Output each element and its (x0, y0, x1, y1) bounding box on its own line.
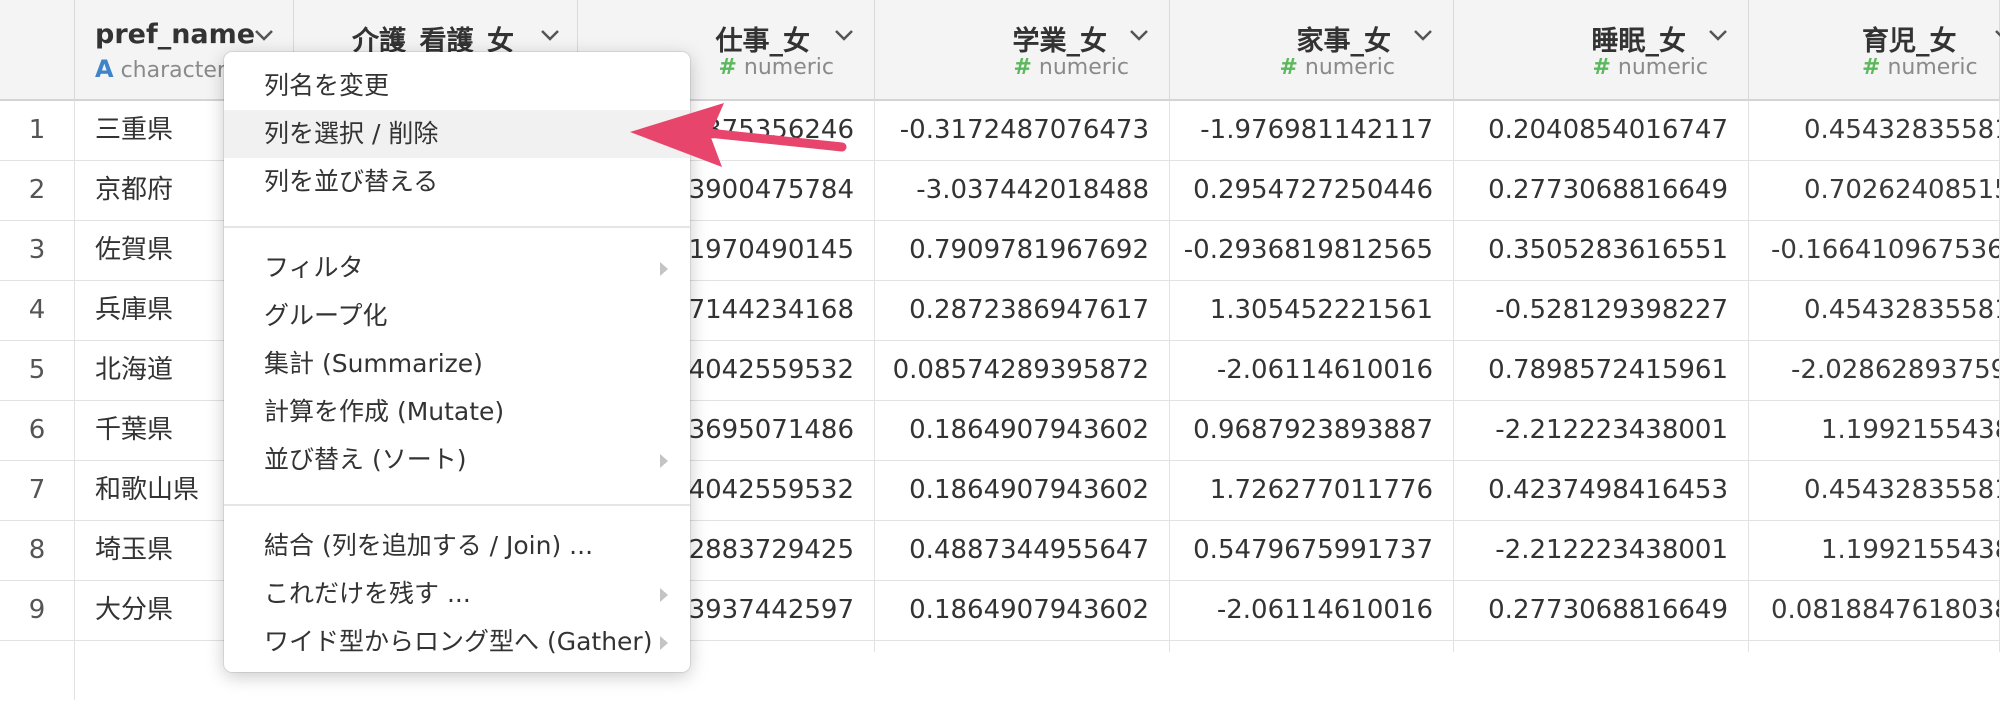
table-cell[interactable]: 1.305452221561 (1170, 281, 1454, 340)
table-cell[interactable]: 0.2954727250446 (1170, 161, 1454, 220)
menu-item-mutate[interactable]: 計算を作成 (Mutate) (224, 388, 690, 436)
table-cell[interactable]: -2.212223438001 (1454, 401, 1749, 460)
menu-item-join[interactable]: 結合 (列を追加する / Join) ... (224, 522, 690, 570)
submenu-arrow-icon (660, 588, 668, 602)
menu-item-group-by[interactable]: グループ化 (224, 292, 690, 340)
submenu-arrow-icon (660, 262, 668, 276)
table-cell[interactable]: 0.2773068816649 (1454, 581, 1749, 640)
chevron-down-icon[interactable] (833, 28, 855, 42)
menu-separator (224, 226, 690, 228)
chevron-down-icon[interactable] (1707, 28, 1729, 42)
table-cell[interactable]: 0.1864907943602 (875, 461, 1170, 520)
table-cell[interactable]: 0.1864907943602 (875, 401, 1170, 460)
chevron-down-icon[interactable] (1128, 28, 1150, 42)
submenu-arrow-icon (660, 636, 668, 650)
column-header-ikuji[interactable]: 育児_女 # numeric (1749, 0, 2000, 101)
table-cell[interactable]: -0.2936819812565 (1170, 221, 1454, 280)
table-cell[interactable]: 0.4237498416453 (1454, 461, 1749, 520)
numeric-type-icon: # (1279, 55, 1298, 80)
table-cell[interactable]: 0.70262408515504 (1749, 161, 2000, 220)
table-cell[interactable]: -3.037442018488 (875, 161, 1170, 220)
table-cell[interactable]: -0.3172487076473 (875, 101, 1170, 160)
table-cell[interactable] (1454, 641, 1749, 652)
column-type: # numeric (718, 55, 834, 80)
table-cell[interactable] (1170, 641, 1454, 652)
table-cell[interactable]: 0.45432835581493 (1749, 461, 2000, 520)
column-type: # numeric (1279, 55, 1395, 80)
table-cell[interactable]: -2.06114610016 (1170, 581, 1454, 640)
chevron-down-icon[interactable] (1412, 28, 1434, 42)
column-header-gakugyo[interactable]: 学業_女 # numeric (875, 0, 1170, 101)
index-header (0, 0, 75, 101)
menu-item-filter[interactable]: フィルタ (224, 244, 690, 292)
numeric-type-icon: # (1862, 55, 1881, 80)
column-header-kaji[interactable]: 家事_女 # numeric (1170, 0, 1454, 101)
menu-separator (224, 504, 690, 506)
row-index (0, 641, 75, 700)
table-cell[interactable]: 0.45432835581493 (1749, 281, 2000, 340)
row-index: 1 (0, 101, 75, 160)
menu-item-summarize[interactable]: 集計 (Summarize) (224, 340, 690, 388)
column-name: 学業_女 (1012, 26, 1108, 57)
column-type: # numeric (1862, 55, 1978, 80)
table-cell[interactable] (875, 641, 1170, 652)
numeric-type-icon: # (718, 55, 737, 80)
column-name: 育児_女 (1862, 26, 1957, 57)
table-cell[interactable]: 0.7909781967692 (875, 221, 1170, 280)
column-type: # numeric (1592, 55, 1708, 80)
row-index: 6 (0, 401, 75, 460)
table-cell[interactable]: 0.9687923893887 (1170, 401, 1454, 460)
column-name: pref_name (95, 19, 256, 50)
chevron-down-icon[interactable] (539, 28, 561, 42)
menu-item-gather[interactable]: ワイド型からロング型へ (Gather) (224, 618, 690, 666)
table-cell[interactable]: -1.976981142117 (1170, 101, 1454, 160)
table-cell[interactable]: 0.2872386947617 (875, 281, 1170, 340)
column-name: 睡眠_女 (1591, 26, 1687, 57)
row-index: 3 (0, 221, 75, 280)
column-type: # numeric (1013, 55, 1129, 80)
chevron-down-icon[interactable] (1993, 28, 2000, 42)
table-cell[interactable] (1749, 641, 2000, 652)
table-cell[interactable]: 0.08574289395872 (875, 341, 1170, 400)
submenu-arrow-icon (660, 454, 668, 468)
table-cell[interactable]: 0.3505283616551 (1454, 221, 1749, 280)
menu-item-keep-only[interactable]: これだけを残す ... (224, 570, 690, 618)
column-type: A character (95, 55, 226, 83)
numeric-type-icon: # (1013, 55, 1032, 80)
table-cell[interactable]: -2.02862893759201 (1749, 341, 2000, 400)
menu-item-sort[interactable]: 並び替え (ソート) (224, 436, 690, 484)
numeric-type-icon: # (1592, 55, 1611, 80)
table-cell[interactable]: 1.19921554383791 (1749, 521, 2000, 580)
table-cell[interactable]: 0.08188476180385 (1749, 581, 2000, 640)
row-index: 8 (0, 521, 75, 580)
table-cell[interactable]: 0.45432835581493 (1749, 101, 2000, 160)
chevron-down-icon[interactable] (253, 28, 275, 42)
row-index: 7 (0, 461, 75, 520)
table-cell[interactable]: 0.1864907943602 (875, 581, 1170, 640)
table-cell[interactable]: 0.2773068816649 (1454, 161, 1749, 220)
column-header-suimin[interactable]: 睡眠_女 # numeric (1454, 0, 1749, 101)
table-cell[interactable]: 1.19921554383791 (1749, 401, 2000, 460)
table-cell[interactable]: -0.528129398227 (1454, 281, 1749, 340)
table-cell[interactable]: 0.5479675991737 (1170, 521, 1454, 580)
row-index: 9 (0, 581, 75, 640)
column-name: 家事_女 (1296, 26, 1392, 57)
character-type-icon: A (95, 55, 114, 83)
column-name: 仕事_女 (715, 26, 811, 57)
table-cell[interactable]: -0.16641096753695 (1749, 221, 2000, 280)
table-cell[interactable]: 1.726277011776 (1170, 461, 1454, 520)
row-index: 2 (0, 161, 75, 220)
table-cell[interactable]: 0.2040854016747 (1454, 101, 1749, 160)
row-index: 4 (0, 281, 75, 340)
table-cell[interactable]: -2.06114610016 (1170, 341, 1454, 400)
annotation-arrow-icon (630, 103, 847, 167)
table-cell[interactable]: 0.7898572415961 (1454, 341, 1749, 400)
row-index: 5 (0, 341, 75, 400)
table-cell[interactable]: -2.212223438001 (1454, 521, 1749, 580)
table-cell[interactable]: 0.4887344955647 (875, 521, 1170, 580)
